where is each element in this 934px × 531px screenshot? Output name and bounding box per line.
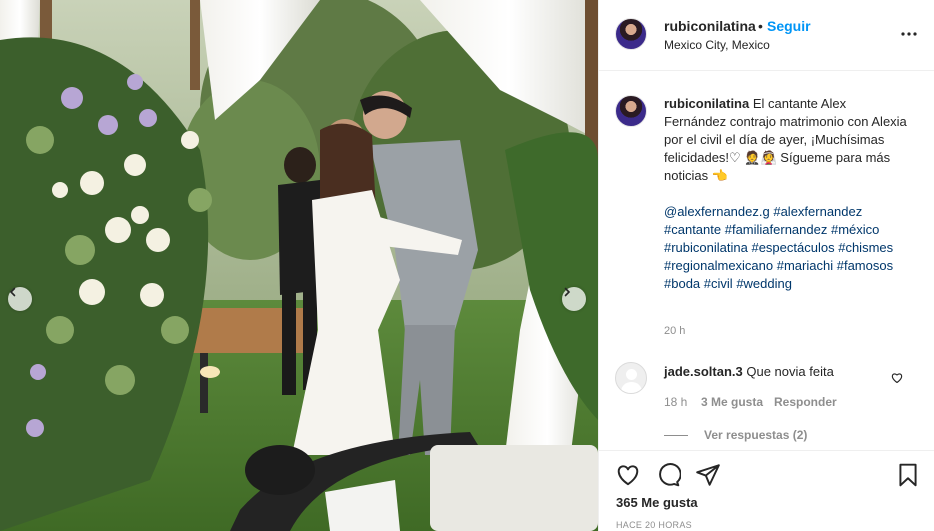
hashtag-link[interactable]: #boda: [664, 276, 700, 291]
hashtag-link[interactable]: #cantante: [664, 222, 721, 237]
commenter-username[interactable]: jade.soltan.3: [664, 364, 743, 379]
comment-likes[interactable]: 3 Me gusta: [701, 395, 763, 409]
view-replies-button[interactable]: Ver respuestas (2): [664, 428, 807, 442]
carousel-next-button[interactable]: [562, 287, 586, 311]
hashtag-link[interactable]: #chismes: [838, 240, 893, 255]
post-photo[interactable]: [0, 0, 598, 531]
caption-username[interactable]: rubiconilatina: [664, 96, 749, 111]
author-avatar[interactable]: [615, 18, 647, 50]
chevron-left-icon: [9, 287, 16, 297]
separator-dot: •: [758, 18, 763, 34]
author-username[interactable]: rubiconilatina: [664, 18, 756, 34]
caption-author-avatar[interactable]: [615, 95, 647, 127]
more-horizontal-icon: [901, 32, 917, 36]
post-caption: rubiconilatina El cantante Alex Fernánde…: [664, 95, 909, 185]
post-header: rubiconilatina • Seguir Mexico City, Mex…: [599, 0, 934, 71]
save-button[interactable]: [895, 462, 921, 488]
bookmark-icon: [899, 463, 917, 487]
comment-icon: [659, 463, 682, 487]
comment-like-button[interactable]: [891, 371, 903, 389]
share-button[interactable]: [695, 462, 721, 488]
commenter-avatar[interactable]: [615, 362, 647, 394]
comment: jade.soltan.3 Que novia feita: [664, 364, 834, 379]
heart-icon: [891, 373, 903, 384]
hashtag-link[interactable]: #wedding: [736, 276, 792, 291]
chevron-right-icon: [564, 287, 571, 297]
post-details-panel: rubiconilatina • Seguir Mexico City, Mex…: [598, 0, 934, 531]
hashtag-list: @alexfernandez.g #alexfernandez #cantant…: [664, 203, 914, 293]
more-options-button[interactable]: [899, 24, 919, 44]
hashtag-link[interactable]: #mariachi: [777, 258, 833, 273]
action-bar: [599, 450, 934, 531]
comment-button[interactable]: [655, 462, 682, 488]
replies-divider: [664, 434, 688, 436]
view-replies-label: Ver respuestas (2): [704, 428, 808, 442]
comment-text: Que novia feita: [746, 364, 834, 379]
heart-icon: [617, 465, 639, 486]
reply-button[interactable]: Responder: [774, 395, 837, 409]
hashtag-link[interactable]: #familiafernandez: [725, 222, 828, 237]
paper-plane-icon: [696, 464, 720, 486]
hashtag-link[interactable]: #alexfernandez: [773, 204, 862, 219]
hashtag-link[interactable]: #espectáculos: [751, 240, 834, 255]
comment-timestamp[interactable]: 18 h: [664, 395, 687, 409]
hashtag-link[interactable]: #rubiconilatina: [664, 240, 748, 255]
hashtag-link[interactable]: #famosos: [837, 258, 893, 273]
caption-timestamp[interactable]: 20 h: [664, 325, 685, 337]
like-button[interactable]: [615, 462, 641, 488]
hashtag-link[interactable]: #regionalmexicano: [664, 258, 773, 273]
follow-button[interactable]: Seguir: [767, 18, 811, 34]
post-location[interactable]: Mexico City, Mexico: [664, 38, 770, 52]
post-timestamp[interactable]: HACE 20 HORAS: [616, 520, 692, 530]
wedding-photo-illustration: [0, 0, 598, 531]
hashtag-link[interactable]: @alexfernandez.g: [664, 204, 770, 219]
hashtag-link[interactable]: #civil: [704, 276, 733, 291]
hashtag-link[interactable]: #méxico: [831, 222, 879, 237]
carousel-prev-button[interactable]: [8, 287, 32, 311]
likes-count[interactable]: 365 Me gusta: [616, 495, 698, 510]
